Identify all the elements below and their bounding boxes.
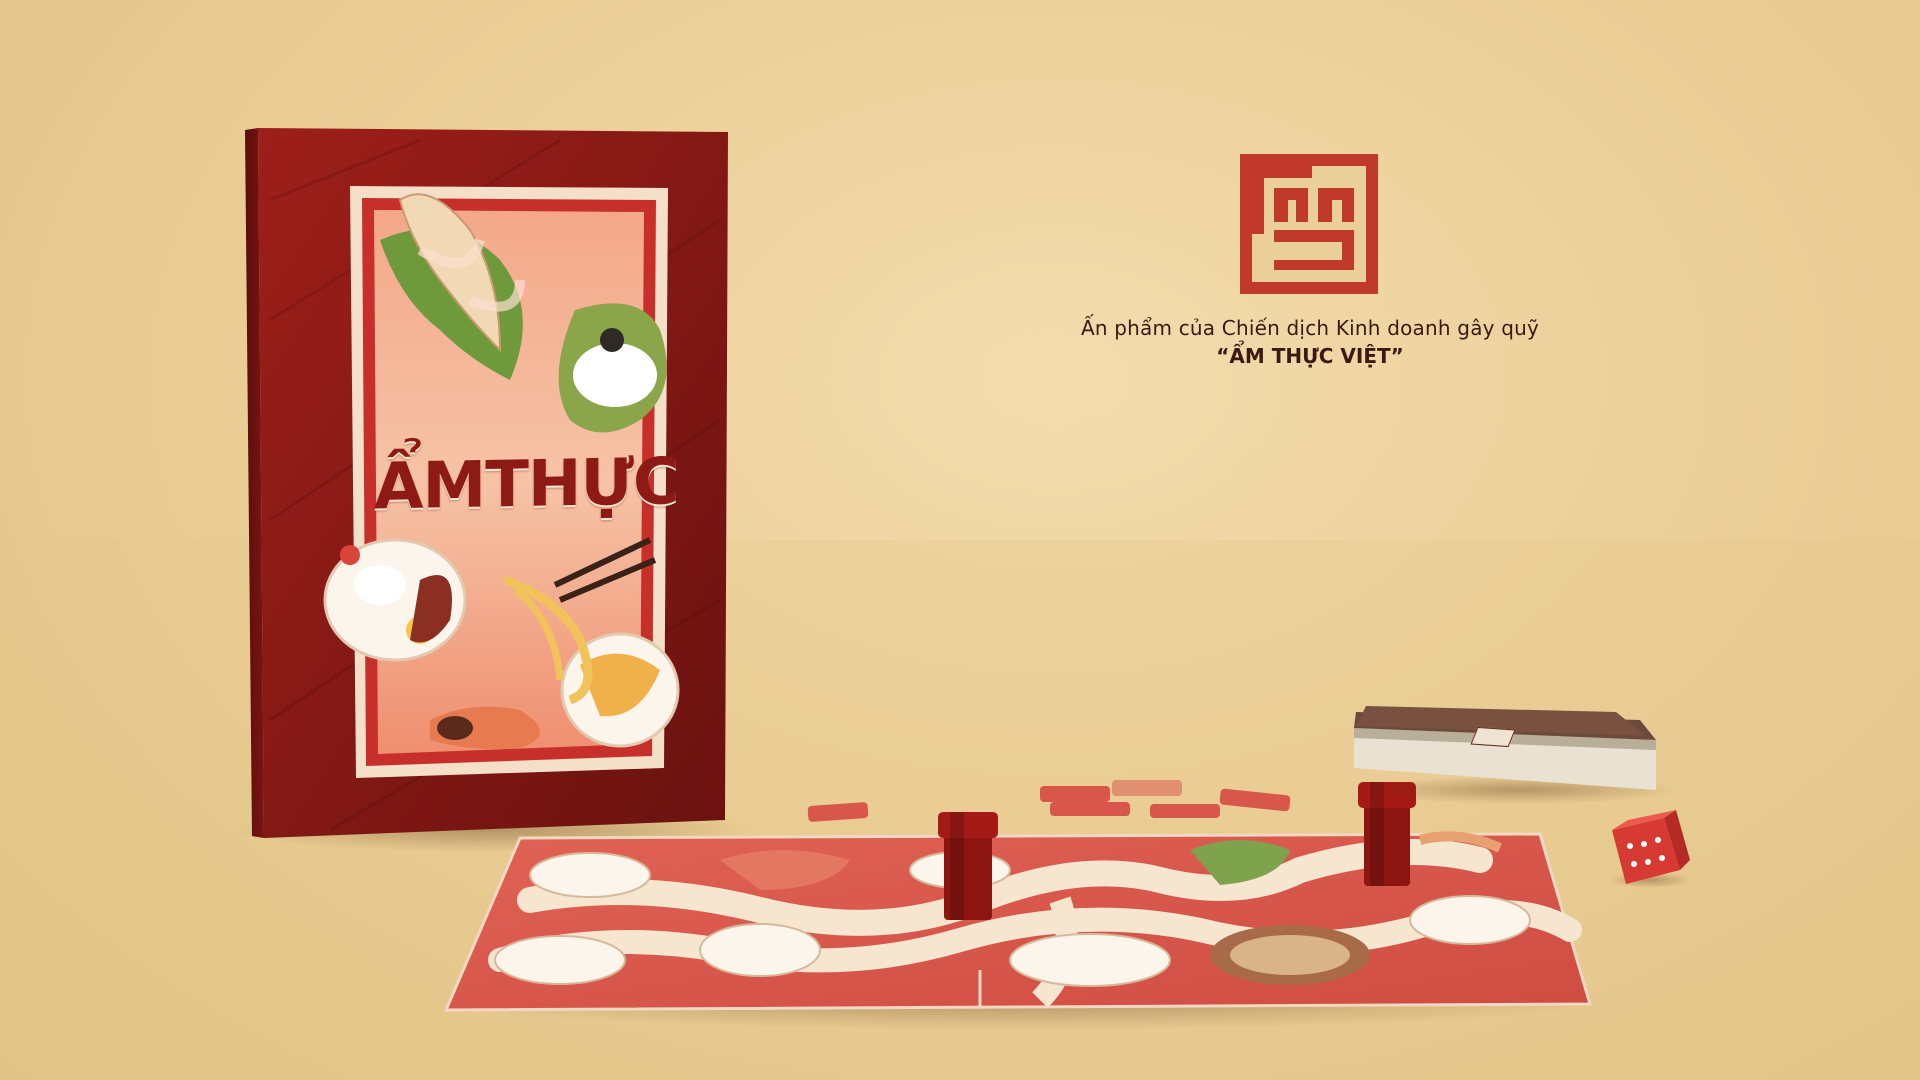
- product-scene: [0, 128, 1920, 1080]
- box-title: ẨMTHỰC: [374, 445, 679, 525]
- campaign-caption: Ấn phẩm của Chiến dịch Kinh doanh gây qu…: [1040, 316, 1580, 368]
- deck-logo-icon: [1470, 726, 1516, 748]
- pawn-icon: [938, 812, 998, 920]
- caption-line-2: “ẨM THỰC VIỆT”: [1216, 344, 1404, 368]
- puzzle-board: [420, 831, 1620, 1030]
- card-deck-icon: [1354, 706, 1680, 804]
- square-seal-logo-icon: [1240, 154, 1378, 294]
- caption-line-1: Ấn phẩm của Chiến dịch Kinh doanh gây qu…: [1080, 316, 1540, 340]
